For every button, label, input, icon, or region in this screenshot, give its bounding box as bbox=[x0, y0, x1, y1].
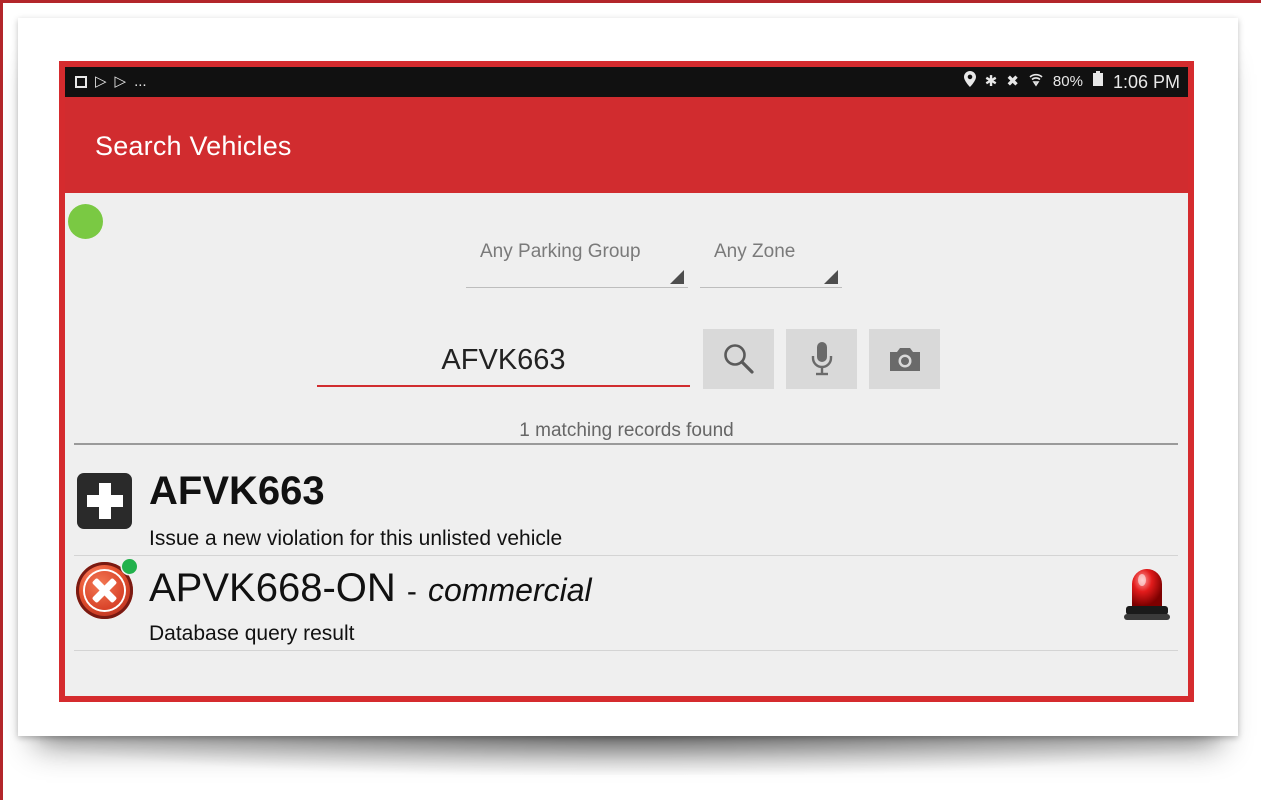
microphone-icon bbox=[811, 342, 832, 376]
status-bar: ▷ ▷ ... ✱ ✖ 80% 1:06 PM bbox=[65, 67, 1188, 97]
result-plate: APVK668-ON bbox=[149, 566, 396, 610]
camera-icon bbox=[889, 348, 920, 371]
mute-icon: ✖ bbox=[1006, 73, 1019, 90]
camera-scan-button[interactable] bbox=[869, 329, 940, 389]
search-button[interactable] bbox=[703, 329, 774, 389]
result-subtitle: Issue a new violation for this unlisted … bbox=[149, 527, 563, 550]
result-plate: AFVK663 bbox=[149, 469, 325, 513]
siren-icon bbox=[1124, 569, 1170, 620]
results-divider bbox=[74, 443, 1178, 445]
location-icon bbox=[963, 71, 976, 93]
voice-search-button[interactable] bbox=[786, 329, 857, 389]
vehicle-category: commercial bbox=[428, 572, 592, 608]
parking-group-value: Any Parking Group bbox=[480, 241, 641, 262]
parking-group-dropdown[interactable]: Any Parking Group bbox=[466, 233, 688, 288]
results-count: 1 matching records found bbox=[519, 420, 734, 441]
battery-percent: 80% bbox=[1052, 73, 1083, 90]
wifi-icon bbox=[1028, 71, 1044, 93]
status-badge bbox=[122, 559, 137, 574]
dropdown-arrow-icon bbox=[670, 270, 684, 284]
card-shadow bbox=[40, 735, 1220, 775]
bluetooth-icon: ✱ bbox=[984, 73, 998, 90]
image-notification-icon bbox=[75, 76, 87, 88]
app-bar: Search Vehicles bbox=[65, 97, 1188, 193]
dropdown-arrow-icon bbox=[824, 270, 838, 284]
result-title: APVK668-ON - commercial bbox=[149, 566, 592, 611]
plate-search-input[interactable]: AFVK663 bbox=[317, 335, 690, 387]
play-store-icon: ▷ bbox=[114, 73, 127, 90]
status-right-icons: ✱ ✖ 80% 1:06 PM bbox=[963, 71, 1180, 93]
row-divider bbox=[74, 650, 1178, 651]
zone-dropdown[interactable]: Any Zone bbox=[700, 233, 842, 288]
more-notifications: ... bbox=[134, 73, 147, 90]
send-notification-icon: ▷ bbox=[95, 73, 107, 90]
zone-value: Any Zone bbox=[714, 241, 796, 262]
title-separator: - bbox=[406, 575, 417, 608]
device-screen: ▷ ▷ ... ✱ ✖ 80% 1:06 PM Search Vehicles … bbox=[59, 61, 1194, 702]
status-left-icons: ▷ ▷ ... bbox=[75, 72, 147, 92]
clock: 1:06 PM bbox=[1112, 72, 1180, 92]
page-title: Search Vehicles bbox=[95, 131, 292, 161]
search-icon bbox=[723, 344, 754, 374]
add-violation-icon bbox=[77, 473, 132, 529]
connection-status-indicator bbox=[68, 204, 103, 239]
battery-icon bbox=[1092, 71, 1104, 93]
result-subtitle: Database query result bbox=[149, 622, 355, 645]
row-divider bbox=[74, 555, 1178, 556]
